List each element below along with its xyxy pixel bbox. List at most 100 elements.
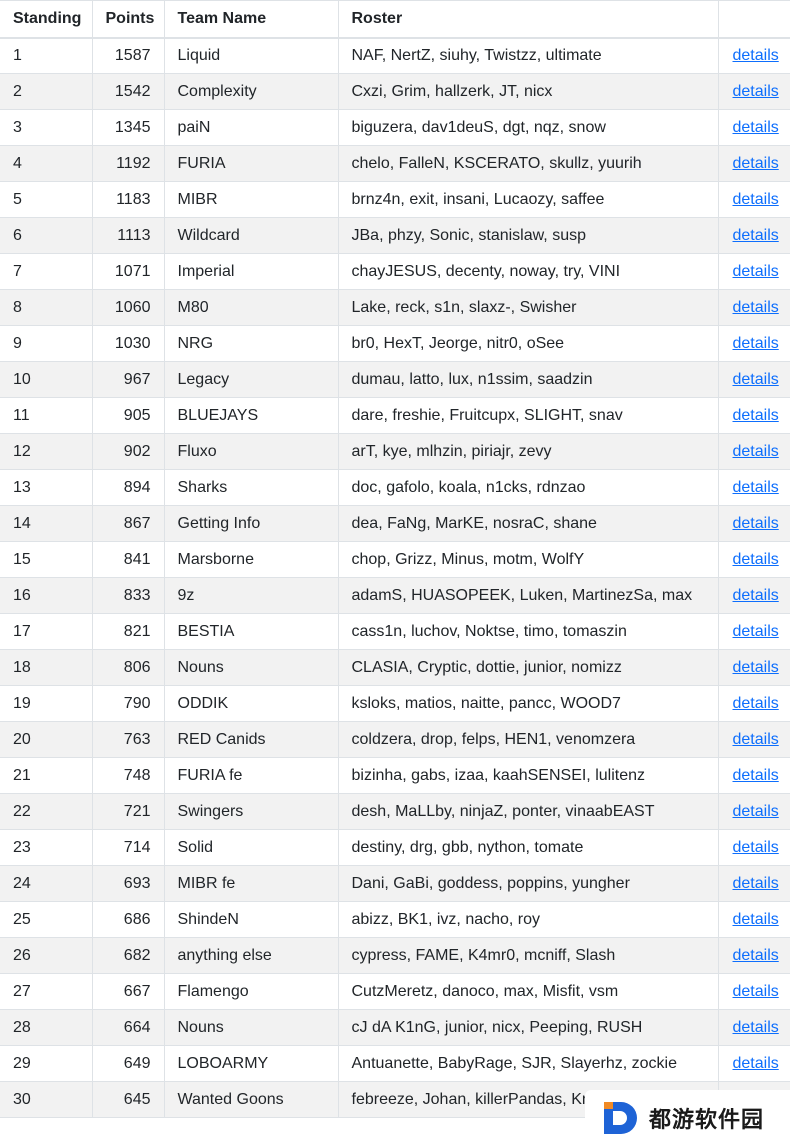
details-link[interactable]: details <box>733 911 779 928</box>
table-row: 3 1345 paiN biguzera, dav1deuS, dgt, nqz, s… <box>0 109 790 146</box>
details-link[interactable]: details <box>733 443 779 460</box>
table-row: 14 867 Getting Info dea, FaNg, MarKE, nosra… <box>0 505 790 542</box>
details-cell: details <box>717 505 790 542</box>
standing-cell: 2 <box>0 73 93 110</box>
roster-cell: bizinha, gabs, izaa, kaahSENSEI, luliten… <box>337 757 719 794</box>
standing-cell: 14 <box>0 505 93 542</box>
details-link[interactable]: details <box>733 47 779 64</box>
details-cell: details <box>717 577 790 614</box>
column-header-link <box>717 0 790 39</box>
table-row: 25 686 ShindeN abizz, BK1, ivz, nacho, roy d… <box>0 901 790 938</box>
table-row: 15 841 Marsborne chop, Grizz, Minus, motm, … <box>0 541 790 578</box>
details-link[interactable]: details <box>733 407 779 424</box>
details-link[interactable]: details <box>733 299 779 316</box>
standing-cell: 28 <box>0 1009 93 1046</box>
details-cell: details <box>717 397 790 434</box>
table-row: 7 1071 Imperial chayJESUS, decenty, noway, … <box>0 253 790 290</box>
details-link[interactable]: details <box>733 839 779 856</box>
standing-cell: 22 <box>0 793 93 830</box>
table-row: 6 1113 Wildcard JBa, phzy, Sonic, stanislaw… <box>0 217 790 254</box>
details-cell: details <box>717 613 790 650</box>
roster-cell: cypress, FAME, K4mr0, mcniff, Slash <box>337 937 719 974</box>
points-cell: 1542 <box>91 73 165 110</box>
details-link[interactable]: details <box>733 227 779 244</box>
details-link[interactable]: details <box>733 479 779 496</box>
roster-cell: abizz, BK1, ivz, nacho, roy <box>337 901 719 938</box>
roster-cell: chop, Grizz, Minus, motm, WolfY <box>337 541 719 578</box>
details-link[interactable]: details <box>733 335 779 352</box>
roster-cell: dumau, latto, lux, n1ssim, saadzin <box>337 361 719 398</box>
points-cell: 686 <box>91 901 165 938</box>
details-link[interactable]: details <box>733 659 779 676</box>
team-name-cell: Flamengo <box>163 973 339 1010</box>
standing-cell: 13 <box>0 469 93 506</box>
points-cell: 714 <box>91 829 165 866</box>
team-name-cell: Wanted Goons <box>163 1081 339 1118</box>
details-link[interactable]: details <box>733 587 779 604</box>
details-link[interactable]: details <box>733 83 779 100</box>
details-link[interactable]: details <box>733 803 779 820</box>
roster-cell: NAF, NertZ, siuhy, Twistzz, ultimate <box>337 37 719 74</box>
roster-cell: arT, kye, mlhzin, piriajr, zevy <box>337 433 719 470</box>
details-cell: details <box>717 793 790 830</box>
details-cell: details <box>717 649 790 686</box>
standing-cell: 23 <box>0 829 93 866</box>
details-link[interactable]: details <box>733 767 779 784</box>
standing-cell: 26 <box>0 937 93 974</box>
team-name-cell: NRG <box>163 325 339 362</box>
watermark-text: 都游软件园 <box>649 1108 765 1133</box>
roster-cell: JBa, phzy, Sonic, stanislaw, susp <box>337 217 719 254</box>
roster-cell: Cxzi, Grim, hallzerk, JT, nicx <box>337 73 719 110</box>
standing-cell: 30 <box>0 1081 93 1118</box>
details-cell: details <box>717 181 790 218</box>
details-link[interactable]: details <box>733 119 779 136</box>
details-link[interactable]: details <box>733 515 779 532</box>
table-row: 19 790 ODDIK ksloks, matios, naitte, pancc,… <box>0 685 790 722</box>
roster-cell: destiny, drg, gbb, nython, tomate <box>337 829 719 866</box>
details-link[interactable]: details <box>733 695 779 712</box>
table-row: 13 894 Sharks doc, gafolo, koala, n1cks, rd… <box>0 469 790 506</box>
column-header-team-name: Team Name <box>163 0 339 39</box>
table-body: 1 1587 Liquid NAF, NertZ, siuhy, Twistzz, u… <box>0 37 790 1118</box>
details-cell: details <box>717 541 790 578</box>
details-link[interactable]: details <box>733 875 779 892</box>
team-name-cell: Getting Info <box>163 505 339 542</box>
details-cell: details <box>717 973 790 1010</box>
details-link[interactable]: details <box>733 551 779 568</box>
standing-cell: 17 <box>0 613 93 650</box>
roster-cell: cass1n, luchov, Noktse, timo, tomaszin <box>337 613 719 650</box>
points-cell: 693 <box>91 865 165 902</box>
details-cell: details <box>717 829 790 866</box>
roster-cell: chelo, FalleN, KSCERATO, skullz, yuurih <box>337 145 719 182</box>
details-cell: details <box>717 73 790 110</box>
details-cell: details <box>717 865 790 902</box>
roster-cell: brnz4n, exit, insani, Lucaozy, saffee <box>337 181 719 218</box>
points-cell: 649 <box>91 1045 165 1082</box>
details-link[interactable]: details <box>733 371 779 388</box>
details-cell: details <box>717 757 790 794</box>
table-row: 10 967 Legacy dumau, latto, lux, n1ssim, sa… <box>0 361 790 398</box>
table-row: 24 693 MIBR fe Dani, GaBi, goddess, poppins… <box>0 865 790 902</box>
team-name-cell: Nouns <box>163 1009 339 1046</box>
details-cell: details <box>717 109 790 146</box>
details-link[interactable]: details <box>733 155 779 172</box>
points-cell: 1345 <box>91 109 165 146</box>
details-link[interactable]: details <box>733 191 779 208</box>
details-link[interactable]: details <box>733 983 779 1000</box>
roster-cell: desh, MaLLby, ninjaZ, ponter, vinaabEAST <box>337 793 719 830</box>
team-name-cell: MIBR <box>163 181 339 218</box>
details-link[interactable]: details <box>733 1055 779 1072</box>
points-cell: 1060 <box>91 289 165 326</box>
standing-cell: 29 <box>0 1045 93 1082</box>
details-link[interactable]: details <box>733 947 779 964</box>
details-link[interactable]: details <box>733 731 779 748</box>
details-link[interactable]: details <box>733 263 779 280</box>
details-link[interactable]: details <box>733 1019 779 1036</box>
details-cell: details <box>717 433 790 470</box>
roster-cell: Lake, reck, s1n, slaxz-, Swisher <box>337 289 719 326</box>
table-row: 12 902 Fluxo arT, kye, mlhzin, piriajr, zev… <box>0 433 790 470</box>
standing-cell: 16 <box>0 577 93 614</box>
details-link[interactable]: details <box>733 623 779 640</box>
table-row: 28 664 Nouns cJ dA K1nG, junior, nicx, Peep… <box>0 1009 790 1046</box>
roster-cell: Antuanette, BabyRage, SJR, Slayerhz, zoc… <box>337 1045 719 1082</box>
